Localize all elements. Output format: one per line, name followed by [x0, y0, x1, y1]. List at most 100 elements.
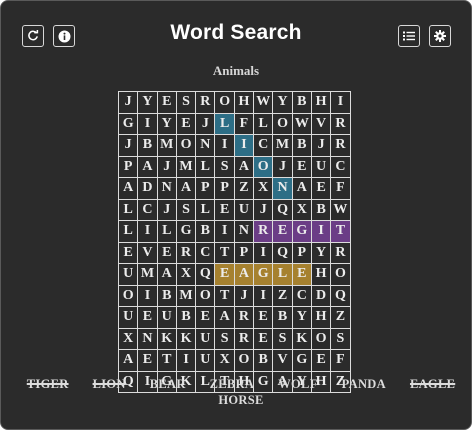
- grid-cell[interactable]: H: [311, 307, 332, 329]
- grid-cell[interactable]: C: [196, 242, 216, 264]
- grid-cell[interactable]: O: [176, 135, 197, 157]
- grid-cell[interactable]: T: [157, 350, 177, 372]
- grid-cell[interactable]: L: [119, 199, 139, 221]
- grid-cell[interactable]: E: [157, 92, 177, 114]
- grid-cell[interactable]: P: [196, 178, 216, 200]
- grid-cell[interactable]: M: [273, 135, 293, 157]
- grid-cell[interactable]: L: [273, 264, 293, 286]
- grid-cell[interactable]: X: [292, 199, 312, 221]
- grid-cell[interactable]: M: [157, 135, 177, 157]
- grid-cell[interactable]: G: [119, 113, 139, 135]
- grid-cell[interactable]: J: [119, 92, 139, 114]
- grid-cell[interactable]: U: [311, 156, 332, 178]
- grid-cell[interactable]: Y: [138, 92, 158, 114]
- grid-cell[interactable]: Q: [196, 264, 216, 286]
- grid-cell[interactable]: R: [234, 328, 255, 350]
- grid-cell[interactable]: X: [254, 178, 274, 200]
- grid-cell[interactable]: Z: [273, 285, 293, 307]
- grid-cell[interactable]: U: [119, 264, 139, 286]
- grid-cell[interactable]: R: [254, 221, 274, 243]
- grid-cell[interactable]: C: [292, 285, 312, 307]
- grid-cell[interactable]: J: [273, 156, 293, 178]
- grid-cell[interactable]: R: [176, 242, 197, 264]
- grid-cell[interactable]: S: [176, 199, 197, 221]
- grid-cell[interactable]: L: [196, 156, 216, 178]
- grid-cell[interactable]: A: [138, 156, 158, 178]
- letter-grid[interactable]: JYESROHWYBHIGIYEJLFLOWVRJBMONIICMBJRPAJM…: [118, 91, 351, 393]
- grid-cell[interactable]: K: [292, 328, 312, 350]
- grid-cell[interactable]: B: [196, 221, 216, 243]
- grid-cell[interactable]: B: [273, 307, 293, 329]
- grid-cell[interactable]: J: [254, 199, 274, 221]
- grid-cell[interactable]: G: [292, 350, 312, 372]
- grid-cell[interactable]: E: [119, 242, 139, 264]
- grid-cell[interactable]: A: [119, 178, 139, 200]
- grid-cell[interactable]: G: [292, 221, 312, 243]
- grid-cell[interactable]: Q: [273, 242, 293, 264]
- grid-cell[interactable]: I: [331, 92, 351, 114]
- grid-cell[interactable]: E: [215, 264, 235, 286]
- grid-cell[interactable]: W: [254, 92, 274, 114]
- grid-cell[interactable]: B: [292, 92, 312, 114]
- grid-cell[interactable]: A: [215, 307, 235, 329]
- grid-cell[interactable]: H: [311, 92, 332, 114]
- grid-cell[interactable]: L: [254, 113, 274, 135]
- grid-cell[interactable]: F: [331, 350, 351, 372]
- grid-cell[interactable]: X: [119, 328, 139, 350]
- grid-cell[interactable]: D: [311, 285, 332, 307]
- grid-cell[interactable]: G: [176, 221, 197, 243]
- grid-cell[interactable]: N: [196, 135, 216, 157]
- grid-cell[interactable]: Z: [234, 178, 255, 200]
- grid-cell[interactable]: X: [176, 264, 197, 286]
- grid-cell[interactable]: T: [331, 221, 351, 243]
- grid-cell[interactable]: I: [311, 221, 332, 243]
- grid-cell[interactable]: O: [119, 285, 139, 307]
- grid-cell[interactable]: M: [138, 264, 158, 286]
- word-list-button[interactable]: [398, 25, 420, 47]
- grid-cell[interactable]: L: [157, 221, 177, 243]
- grid-cell[interactable]: E: [311, 350, 332, 372]
- grid-cell[interactable]: E: [176, 113, 197, 135]
- grid-cell[interactable]: B: [157, 285, 177, 307]
- grid-cell[interactable]: Y: [292, 307, 312, 329]
- grid-cell[interactable]: A: [176, 178, 197, 200]
- grid-cell[interactable]: D: [138, 178, 158, 200]
- grid-cell[interactable]: A: [157, 264, 177, 286]
- grid-cell[interactable]: C: [331, 156, 351, 178]
- grid-cell[interactable]: S: [215, 328, 235, 350]
- grid-cell[interactable]: E: [254, 328, 274, 350]
- grid-cell[interactable]: K: [157, 328, 177, 350]
- grid-cell[interactable]: Y: [157, 113, 177, 135]
- grid-cell[interactable]: C: [254, 135, 274, 157]
- grid-cell[interactable]: E: [292, 264, 312, 286]
- grid-cell[interactable]: J: [157, 156, 177, 178]
- grid-cell[interactable]: B: [311, 199, 332, 221]
- grid-cell[interactable]: H: [234, 92, 255, 114]
- grid-cell[interactable]: R: [331, 135, 351, 157]
- grid-cell[interactable]: C: [138, 199, 158, 221]
- grid-cell[interactable]: G: [254, 264, 274, 286]
- grid-cell[interactable]: S: [331, 328, 351, 350]
- grid-cell[interactable]: M: [176, 285, 197, 307]
- grid-cell[interactable]: K: [176, 328, 197, 350]
- grid-cell[interactable]: Y: [273, 92, 293, 114]
- grid-cell[interactable]: J: [119, 135, 139, 157]
- grid-cell[interactable]: O: [234, 350, 255, 372]
- grid-cell[interactable]: E: [215, 199, 235, 221]
- grid-cell[interactable]: R: [234, 307, 255, 329]
- grid-cell[interactable]: U: [234, 199, 255, 221]
- grid-cell[interactable]: W: [292, 113, 312, 135]
- grid-cell[interactable]: E: [273, 221, 293, 243]
- grid-cell[interactable]: B: [176, 307, 197, 329]
- settings-button[interactable]: [429, 25, 451, 47]
- grid-cell[interactable]: S: [273, 328, 293, 350]
- grid-cell[interactable]: P: [215, 178, 235, 200]
- grid-cell[interactable]: M: [176, 156, 197, 178]
- grid-cell[interactable]: U: [196, 350, 216, 372]
- grid-cell[interactable]: A: [292, 178, 312, 200]
- grid-cell[interactable]: L: [196, 199, 216, 221]
- grid-cell[interactable]: V: [311, 113, 332, 135]
- grid-cell[interactable]: I: [215, 221, 235, 243]
- grid-cell[interactable]: P: [292, 242, 312, 264]
- grid-cell[interactable]: E: [138, 307, 158, 329]
